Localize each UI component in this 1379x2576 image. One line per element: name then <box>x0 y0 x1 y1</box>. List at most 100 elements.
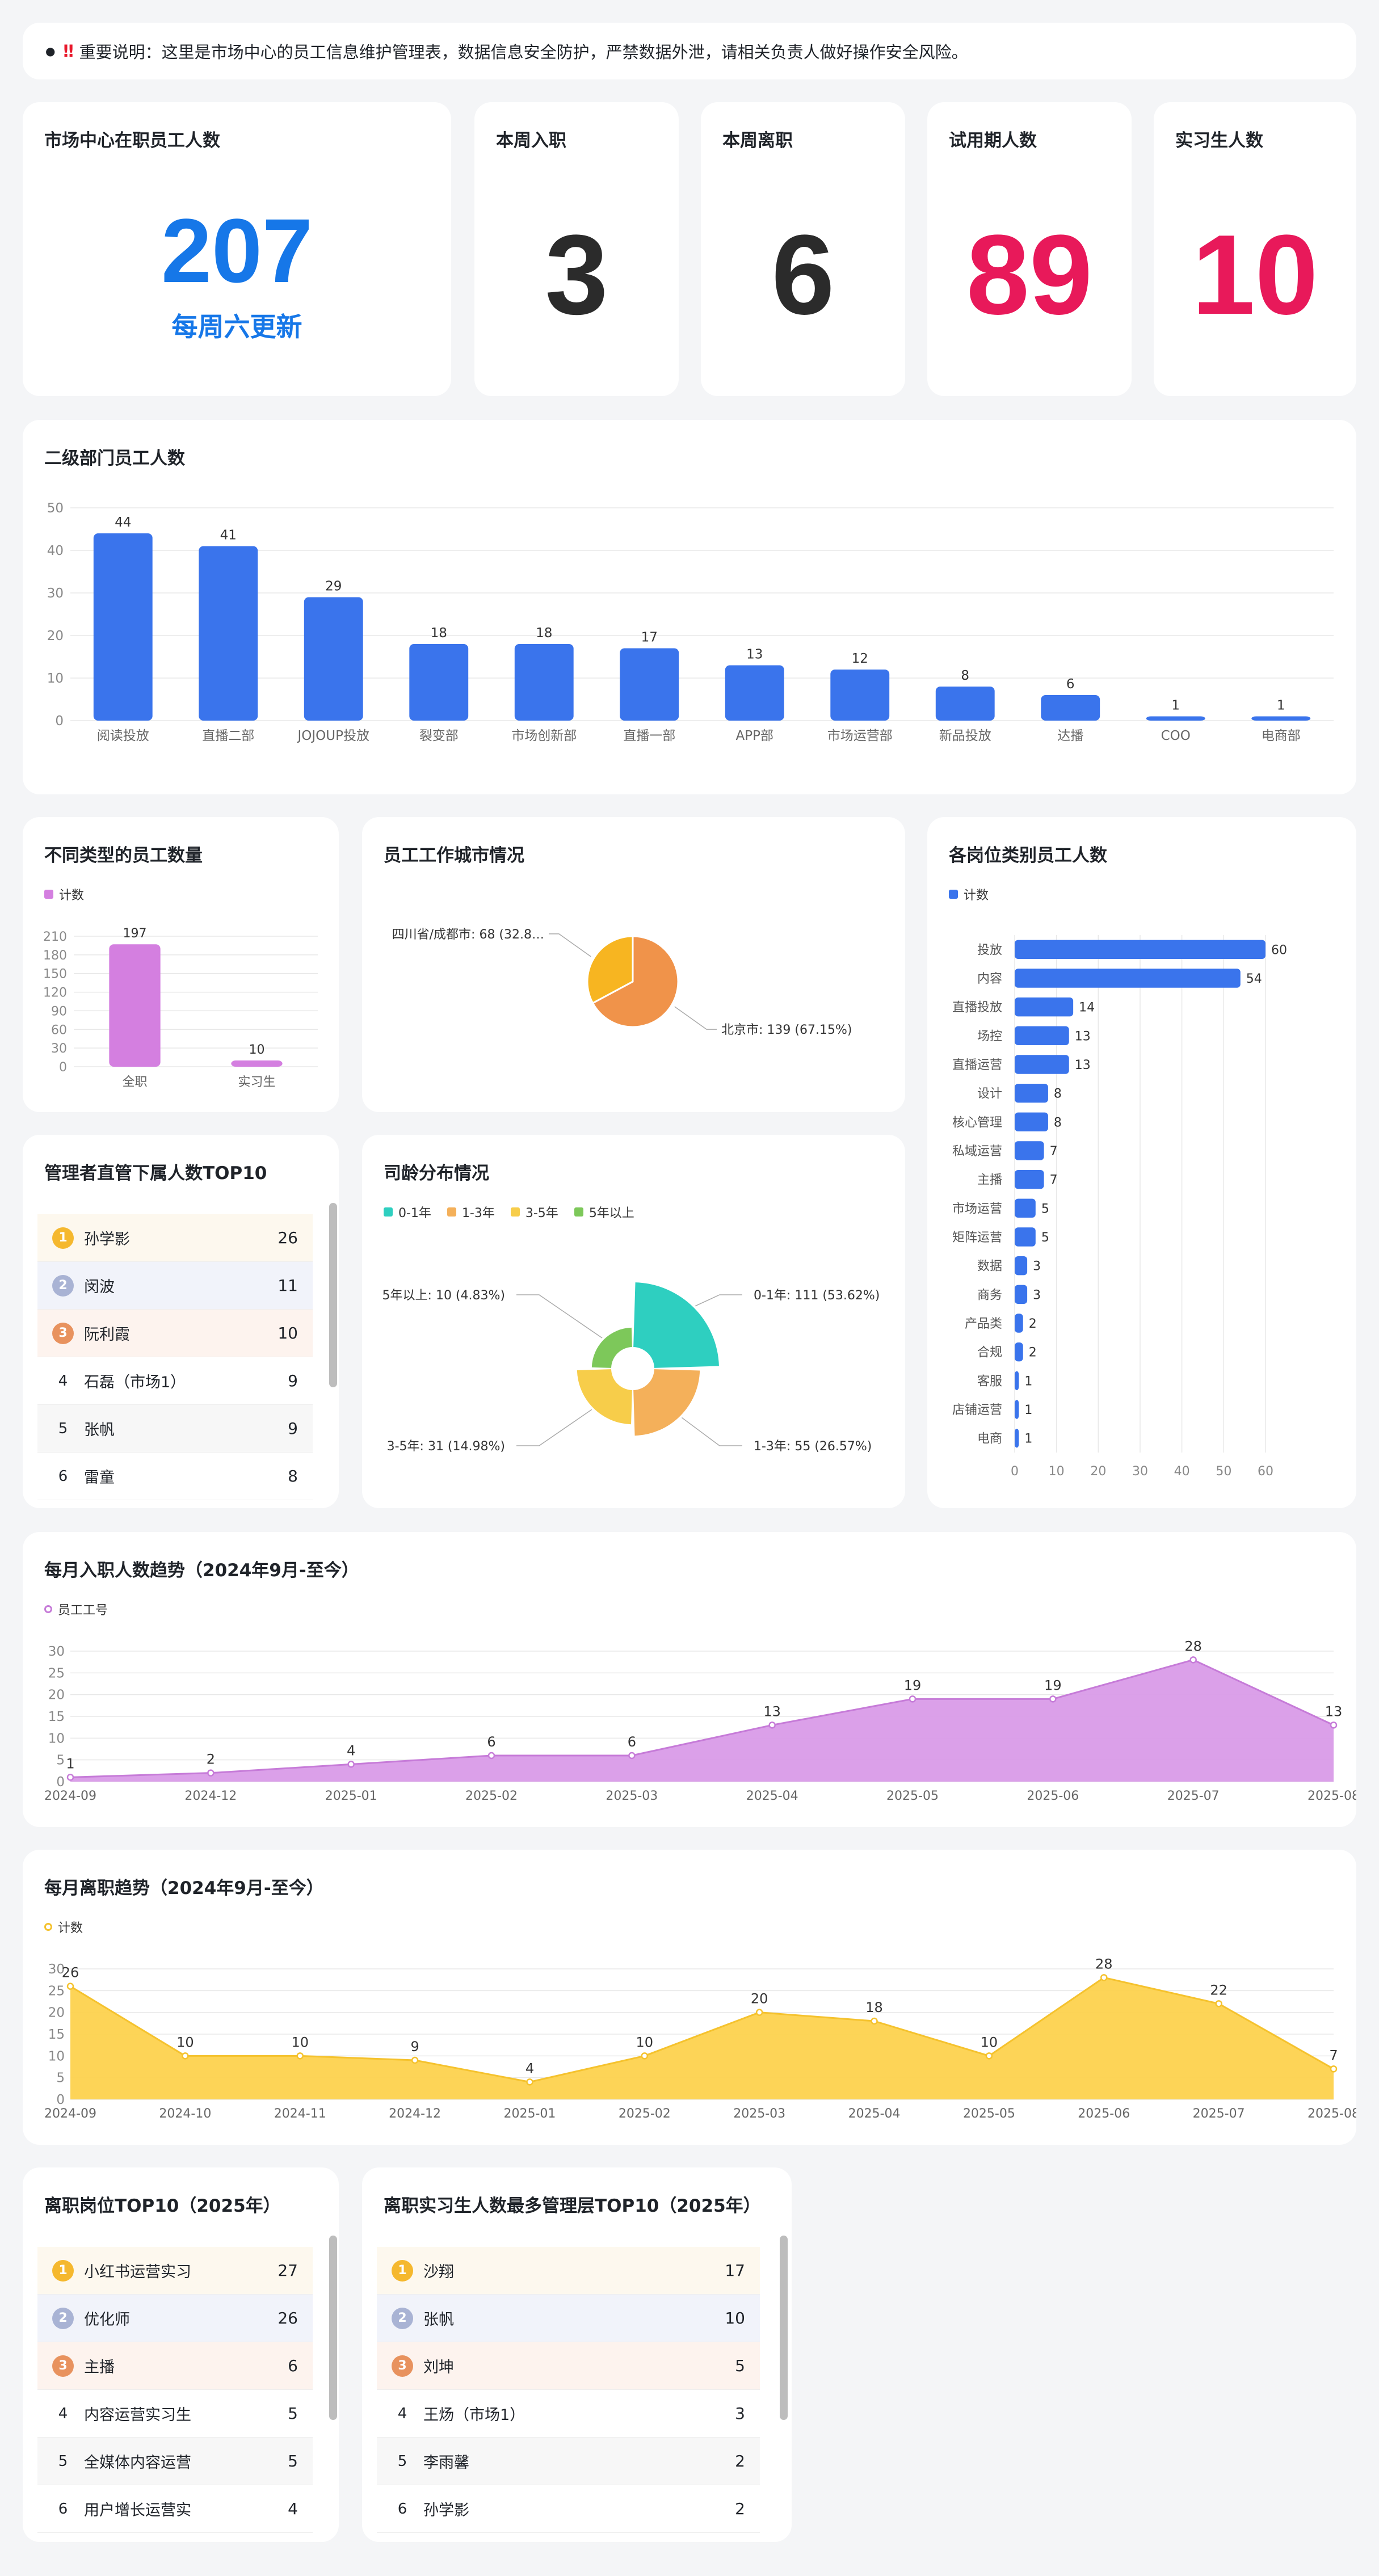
y-tick-label: 15 <box>48 2027 65 2042</box>
rank-name: 内容运营实习生 <box>84 2406 191 2424</box>
list-item[interactable]: 4 石磊（市场1） 9 <box>37 1357 313 1405</box>
list-item[interactable]: 2 张帆 10 <box>377 2295 760 2342</box>
data-label: 10 <box>176 2034 194 2050</box>
x-tick-label: 2025-08 <box>1307 1789 1356 1803</box>
y-tick-label: 0 <box>56 2093 65 2107</box>
bar <box>1015 1198 1036 1218</box>
list-item[interactable]: 2 优化师 26 <box>37 2295 313 2342</box>
rank-value: 4 <box>288 2499 298 2518</box>
y-tick-label: 电商 <box>977 1432 1002 1446</box>
rank-name: 张帆 <box>84 1421 115 1439</box>
scrollbar[interactable] <box>780 2236 788 2420</box>
list-item[interactable]: 6 孙学影 2 <box>377 2485 760 2533</box>
rose-leader-line <box>695 1294 742 1307</box>
list-item[interactable]: 2 闵波 11 <box>37 1262 313 1310</box>
rank-number: 6 <box>397 2500 407 2518</box>
y-tick-label: 内容 <box>977 972 1002 986</box>
x-tick-label: 市场运营部 <box>827 729 893 743</box>
x-tick-label: 2025-02 <box>465 1789 518 1803</box>
leave-intern-rank-list[interactable]: 1 沙翔 17 2 张帆 10 3 刘坤 5 4 王炀（市场1） 3 5 李雨馨 2 6 孙学影 2 <box>377 2247 760 2542</box>
y-tick-label: 主播 <box>977 1173 1002 1188</box>
rank-medal-icon: 1 <box>52 2259 74 2282</box>
y-tick-label: 30 <box>51 1042 67 1056</box>
list-item[interactable]: 3 刘坤 5 <box>377 2342 760 2390</box>
data-point <box>296 2052 304 2060</box>
notice-banner: ● ‼ 重要说明：这里是市场中心的员工信息维护管理表，数据信息安全防护，严禁数据… <box>23 23 1356 79</box>
data-label: 5 <box>1041 1202 1049 1216</box>
leave-post-rank-list[interactable]: 1 小红书运营实习 27 2 优化师 26 3 主播 6 4 内容运营实习生 5 5 全媒体内容运营 5 6 用… <box>37 2247 313 2542</box>
hire-area-chart: 0 5 10 15 20 25 30 1 2024-09 2 2024-12 4 2025-01 6 202… <box>44 1638 1356 1803</box>
rank-medal-icon: 3 <box>392 2355 413 2377</box>
list-item[interactable]: 6 雷童 8 <box>37 1453 313 1500</box>
list-item[interactable]: 3 主播 6 <box>37 2342 313 2390</box>
bar <box>1015 1285 1028 1304</box>
bar <box>109 944 161 1067</box>
kpi-probation-value: 89 <box>966 212 1093 338</box>
y-tick-label: 20 <box>48 1688 65 1703</box>
list-item[interactable]: 5 李雨馨 2 <box>377 2438 760 2485</box>
list-item[interactable]: 6 用户增长运营实 4 <box>37 2485 313 2533</box>
bar <box>199 546 258 721</box>
bar <box>1015 1227 1036 1247</box>
rank-number: 5 <box>58 1420 68 1437</box>
rose-leader-line <box>516 1294 603 1338</box>
y-tick-label: 商务 <box>977 1288 1002 1302</box>
y-tick-label: 150 <box>43 967 67 982</box>
rank-value: 8 <box>288 1467 298 1485</box>
y-tick-label: 客服 <box>977 1374 1002 1388</box>
list-item[interactable]: 1 小红书运营实习 27 <box>37 2247 313 2295</box>
data-label: 4 <box>347 1742 355 1758</box>
y-tick-label: 合规 <box>977 1346 1002 1360</box>
x-tick-label: 2025-02 <box>619 2107 671 2121</box>
x-tick-label: 50 <box>1216 1464 1231 1479</box>
scrollbar[interactable] <box>329 2236 337 2420</box>
city-pie-chart: 北京市: 139 (67.15%) 四川省/成都市: 68 (32.8… <box>392 928 852 1037</box>
bar <box>1015 1141 1044 1160</box>
y-tick-label: 直播投放 <box>952 1001 1002 1015</box>
data-point <box>207 1769 215 1777</box>
x-tick-label: 2024-12 <box>184 1789 237 1803</box>
y-tick-label: 0 <box>55 714 64 729</box>
data-label: 1 <box>1277 698 1285 713</box>
hire-trend-card: 每月入职人数趋势（2024年9月-至今） 员工工号 0 5 10 15 20 25 30 1 2… <box>23 1532 1356 1827</box>
x-tick-label: 2025-05 <box>886 1789 939 1803</box>
bar <box>1015 1256 1028 1276</box>
bar <box>1015 1314 1023 1333</box>
list-item[interactable]: 3 阮利霞 10 <box>37 1310 313 1357</box>
data-label: 3 <box>1033 1288 1041 1302</box>
y-tick-label: 市场运营 <box>952 1202 1002 1216</box>
list-item[interactable]: 4 内容运营实习生 5 <box>37 2390 313 2438</box>
y-tick-label: 0 <box>59 1060 67 1075</box>
kpi-intern-title: 实习生人数 <box>1175 131 1263 151</box>
rank-number: 4 <box>397 2405 407 2422</box>
y-tick-label: 20 <box>47 629 64 643</box>
data-label: 5 <box>1041 1231 1049 1245</box>
area-fill <box>70 1660 1334 1782</box>
rank-number: 5 <box>58 2452 68 2470</box>
list-item[interactable]: 4 王炀（市场1） 3 <box>377 2390 760 2438</box>
x-tick-label: 2025-04 <box>746 1789 798 1803</box>
list-item[interactable]: 1 沙翔 17 <box>377 2247 760 2295</box>
rank-name: 闵波 <box>84 1278 115 1296</box>
list-item[interactable]: 5 全媒体内容运营 5 <box>37 2438 313 2485</box>
rank-value: 26 <box>278 1228 298 1247</box>
data-label: 29 <box>325 579 342 594</box>
x-tick-label: 直播一部 <box>623 729 675 743</box>
rank-name: 孙学影 <box>84 1231 130 1248</box>
data-label: 13 <box>1075 1058 1091 1072</box>
list-item[interactable]: 1 孙学影 26 <box>37 1214 313 1262</box>
manager-top-title: 管理者直管下属人数TOP10 <box>44 1163 267 1184</box>
rank-medal-icon: 3 <box>52 1322 74 1344</box>
dept-bar-chart: 0102030405044阅读投放41直播二部29JOJOUP投放18裂变部18… <box>47 501 1334 743</box>
data-label: 197 <box>123 927 147 941</box>
data-label: 13 <box>1075 1029 1091 1043</box>
data-label: 6 <box>1066 677 1075 692</box>
list-item[interactable]: 5 张帆 9 <box>37 1405 313 1453</box>
data-label: 14 <box>1079 1001 1095 1015</box>
manager-rank-list[interactable]: 1 孙学影 26 2 闵波 11 3 阮利霞 10 4 石磊（市场1） 9 5 张帆 9 6 雷童 8 <box>37 1214 313 1508</box>
rank-number: 6 <box>58 1467 68 1485</box>
rank-value: 9 <box>288 1419 298 1438</box>
rank-value: 2 <box>735 2452 745 2470</box>
x-tick-label: 市场创新部 <box>511 729 577 743</box>
scrollbar[interactable] <box>329 1203 337 1387</box>
